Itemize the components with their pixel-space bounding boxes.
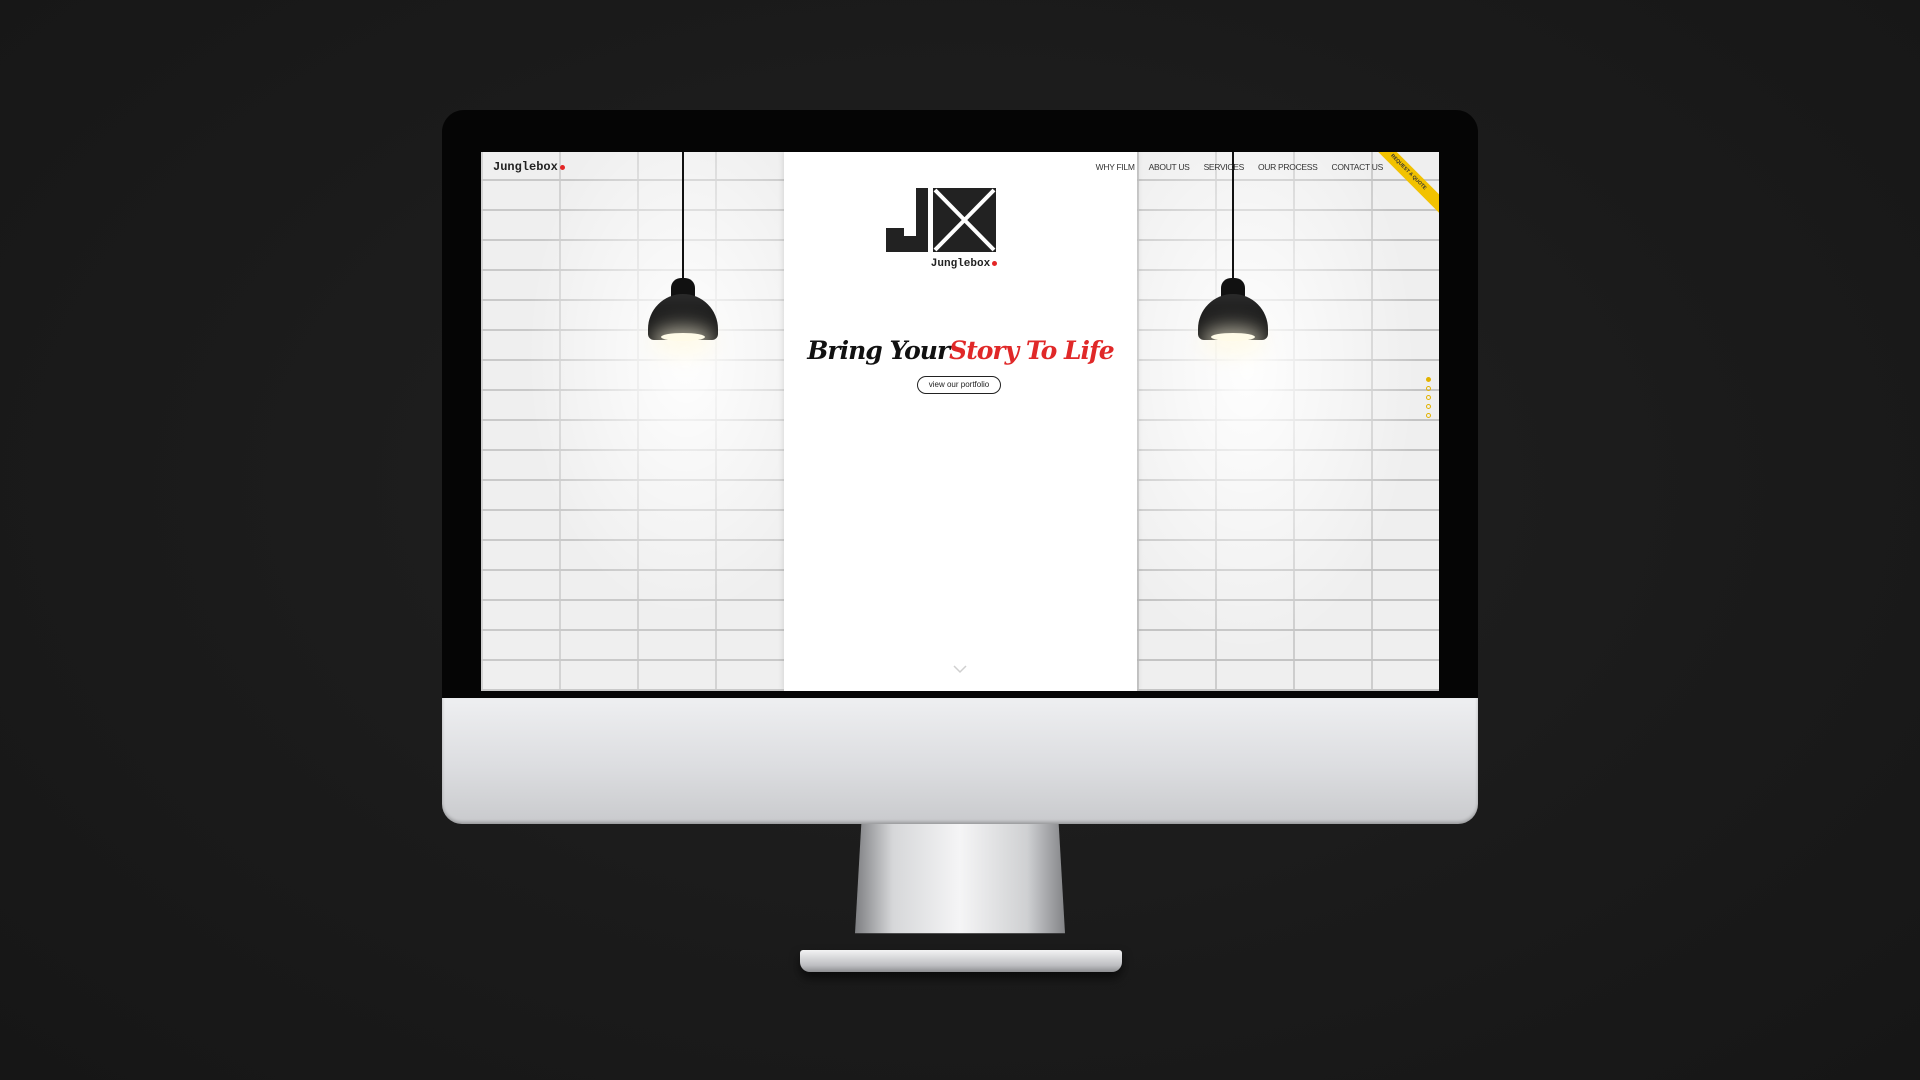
hero-headline: Bring YourStory To Life bbox=[784, 336, 1137, 365]
logo-dot-icon bbox=[559, 165, 565, 170]
nav-item-services[interactable]: SERVICES bbox=[1204, 162, 1245, 172]
chevron-down-icon[interactable] bbox=[953, 664, 967, 674]
nav-item-contact-us[interactable]: CONTACT US bbox=[1332, 162, 1384, 172]
view-portfolio-button[interactable]: view our portfolio bbox=[917, 376, 1001, 394]
pagination-dot[interactable] bbox=[1426, 413, 1431, 418]
pagination-dot-active[interactable] bbox=[1426, 377, 1431, 382]
site-logo[interactable]: Junglebox bbox=[493, 160, 565, 174]
logo-wordmark: Junglebox bbox=[884, 258, 1044, 270]
monitor-stand-neck bbox=[855, 824, 1065, 934]
nav-item-why-film[interactable]: WHY FILM bbox=[1096, 162, 1135, 172]
monitor-stand-base bbox=[800, 950, 1122, 972]
pagination-dot[interactable] bbox=[1426, 404, 1431, 409]
website-screen: Junglebox Junglebox Bring YourStory To L… bbox=[481, 152, 1439, 691]
site-logo-text: Junglebox bbox=[493, 160, 558, 174]
logo-wordmark-text: Junglebox bbox=[930, 258, 991, 270]
nav-item-about-us[interactable]: ABOUT US bbox=[1149, 162, 1190, 172]
brick-wall-right bbox=[1137, 152, 1439, 691]
main-nav: WHY FILM ABOUT US SERVICES OUR PROCESS C… bbox=[1096, 162, 1384, 172]
headline-part-dark: Bring Your bbox=[807, 336, 950, 365]
jx-monogram-logo bbox=[886, 188, 996, 252]
logo-dot-icon bbox=[992, 261, 998, 266]
nav-item-our-process[interactable]: OUR PROCESS bbox=[1258, 162, 1318, 172]
pagination-dots bbox=[1426, 377, 1431, 418]
pendant-lamp-right bbox=[1198, 152, 1268, 342]
pendant-lamp-left bbox=[648, 152, 718, 342]
monitor-chin bbox=[442, 698, 1478, 824]
headline-part-red: Story To Life bbox=[949, 336, 1115, 365]
hero-panel: Junglebox Bring YourStory To Life view o… bbox=[784, 152, 1137, 691]
pagination-dot[interactable] bbox=[1426, 395, 1431, 400]
pagination-dot[interactable] bbox=[1426, 386, 1431, 391]
brick-wall-left bbox=[481, 152, 784, 691]
